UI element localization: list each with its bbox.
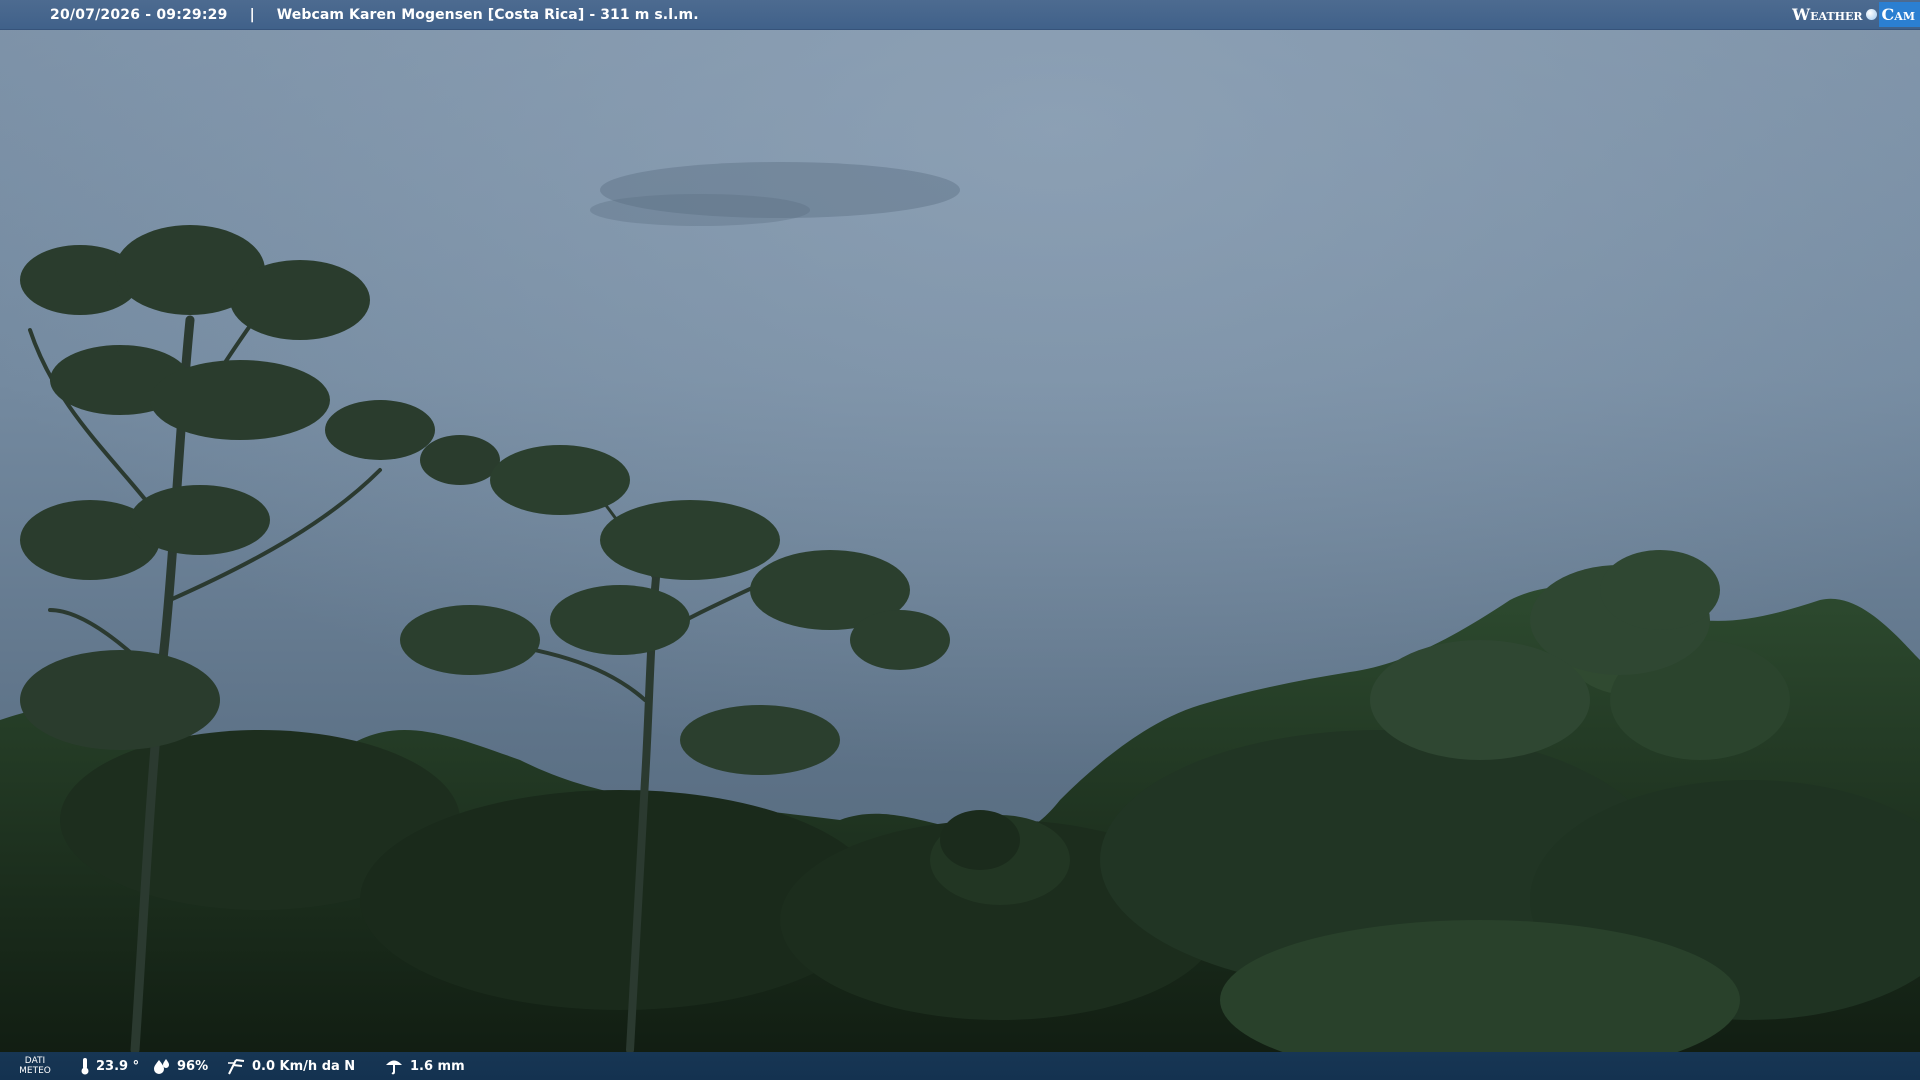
dati-meteo-label: DATI METEO: [0, 1056, 70, 1076]
temperature-value: 23.9 °: [96, 1058, 140, 1074]
logo-text-cam: Cam: [1878, 2, 1920, 27]
wind-icon: [228, 1059, 245, 1075]
weather-data-bar: DATI METEO 23.9 ° 96% 0.0 Km/h da N 1.6 …: [0, 1052, 1920, 1080]
humidity-readout: 96%: [153, 1058, 208, 1074]
humidity-value: 96%: [177, 1058, 209, 1074]
webcam-scene: [0, 0, 1920, 1080]
top-info-bar: 20/07/2026 - 09:29:29 | Webcam Karen Mog…: [0, 0, 1920, 30]
rain-readout: 1.6 mm: [384, 1057, 465, 1075]
rain-gauge-icon: [386, 1060, 402, 1075]
webcam-title: Webcam Karen Mogensen [Costa Rica] - 311…: [276, 6, 699, 23]
humidity-icon: [154, 1059, 169, 1074]
separator: |: [249, 6, 255, 23]
globe-icon: [1865, 9, 1877, 20]
thermometer-icon: [81, 1058, 89, 1075]
weathercam-logo: Weather Cam: [1792, 0, 1920, 29]
label-line-2: METEO: [19, 1066, 51, 1076]
temperature-readout: 23.9 °: [80, 1057, 139, 1075]
timestamp: 20/07/2026 - 09:29:29: [50, 6, 228, 23]
wind-value: 0.0 Km/h da N: [252, 1058, 356, 1074]
wind-readout: 0.0 Km/h da N: [226, 1057, 355, 1075]
logo-text-weather: Weather: [1792, 5, 1863, 24]
label-line-1: DATI: [24, 1056, 46, 1066]
rain-value: 1.6 mm: [410, 1058, 465, 1074]
